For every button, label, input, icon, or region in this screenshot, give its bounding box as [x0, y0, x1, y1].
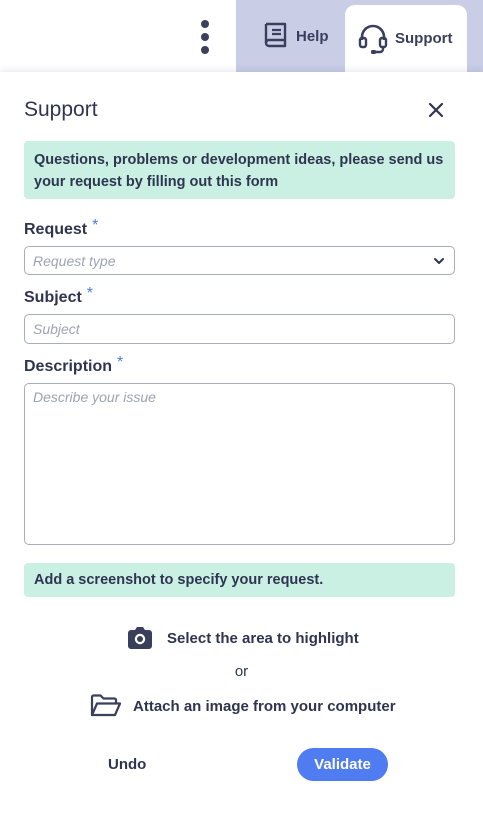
request-type-select[interactable]: Request type: [24, 246, 455, 275]
tab-help[interactable]: Help: [258, 0, 344, 72]
description-textarea[interactable]: [24, 383, 455, 545]
close-button[interactable]: [426, 100, 446, 120]
undo-button[interactable]: Undo: [108, 756, 146, 773]
more-options-menu[interactable]: [196, 20, 214, 54]
chevron-down-icon: [434, 257, 444, 264]
support-panel: Support Questions, problems or developme…: [0, 72, 483, 827]
validate-button[interactable]: Validate: [297, 748, 388, 781]
or-separator: or: [234, 663, 249, 680]
required-mark: *: [117, 354, 124, 371]
request-type-placeholder: Request type: [33, 252, 116, 269]
intro-message: Questions, problems or development ideas…: [24, 141, 455, 199]
description-label: Description *: [24, 354, 124, 375]
required-mark: *: [92, 217, 99, 234]
close-icon: [428, 102, 444, 118]
folder-open-icon: [90, 693, 122, 719]
more-vertical-icon: [201, 20, 209, 28]
select-area-label: Select the area to highlight: [167, 629, 359, 647]
top-bar: Help Support: [0, 0, 483, 72]
tab-support[interactable]: Support: [345, 5, 467, 72]
camera-icon: [126, 626, 154, 650]
subject-label: Subject *: [24, 285, 94, 306]
select-area-button[interactable]: Select the area to highlight: [126, 626, 359, 650]
attach-image-label: Attach an image from your computer: [133, 697, 396, 715]
tab-help-label: Help: [296, 27, 329, 45]
screenshot-hint: Add a screenshot to specify your request…: [24, 563, 455, 597]
subject-input[interactable]: [24, 314, 455, 344]
required-mark: *: [86, 285, 94, 302]
panel-title: Support: [24, 98, 98, 121]
tab-support-label: Support: [395, 30, 453, 47]
request-label: Request *: [24, 217, 99, 238]
attach-image-button[interactable]: Attach an image from your computer: [90, 693, 396, 719]
book-icon: [262, 21, 290, 51]
headset-icon: [357, 23, 389, 55]
